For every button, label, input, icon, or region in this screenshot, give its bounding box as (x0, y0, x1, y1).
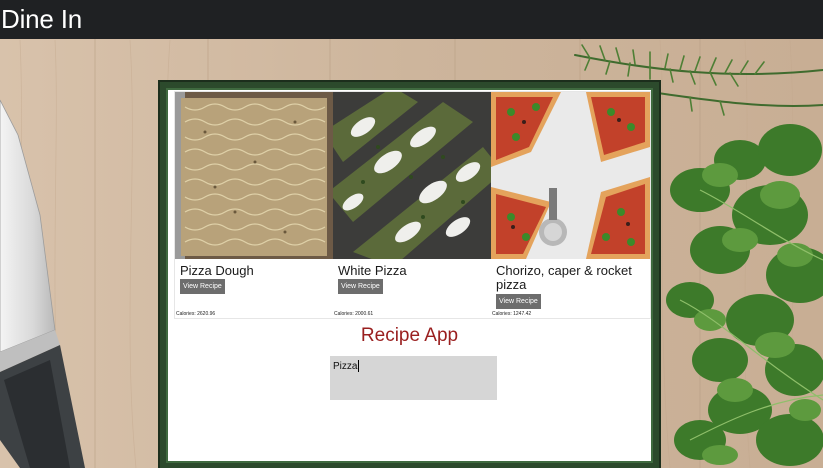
view-recipe-button[interactable]: View Recipe (180, 279, 225, 294)
recipe-app-panel: Pizza Dough View Recipe Calories: 2620.9… (158, 80, 661, 468)
recipe-card: White Pizza View Recipe Calories: 2000.6… (333, 92, 491, 318)
recipe-title: Chorizo, caper & rocket pizza (496, 263, 632, 292)
recipe-calories: Calories: 1247.42 (492, 311, 532, 317)
search-input-value: Pizza (333, 361, 358, 372)
recipe-image (175, 92, 333, 259)
recipe-title: Pizza Dough (180, 263, 254, 278)
text-caret (358, 360, 359, 372)
recipe-calories: Calories: 2000.61 (334, 311, 374, 317)
brand-title[interactable]: Dine In (1, 3, 82, 35)
search-input[interactable]: Pizza (330, 356, 497, 400)
recipe-image (491, 92, 650, 259)
recipe-title: White Pizza (338, 263, 407, 278)
recipe-card: Pizza Dough View Recipe Calories: 2620.9… (175, 92, 333, 318)
view-recipe-button[interactable]: View Recipe (496, 294, 541, 309)
recipe-calories: Calories: 2620.96 (176, 311, 216, 317)
view-recipe-button[interactable]: View Recipe (338, 279, 383, 294)
recipe-image (333, 92, 491, 259)
recipe-card-list: Pizza Dough View Recipe Calories: 2620.9… (174, 91, 651, 319)
recipe-card: Chorizo, caper & rocket pizza View Recip… (491, 92, 650, 318)
top-navbar: Dine In (0, 0, 823, 39)
app-title: Recipe App (360, 325, 459, 346)
